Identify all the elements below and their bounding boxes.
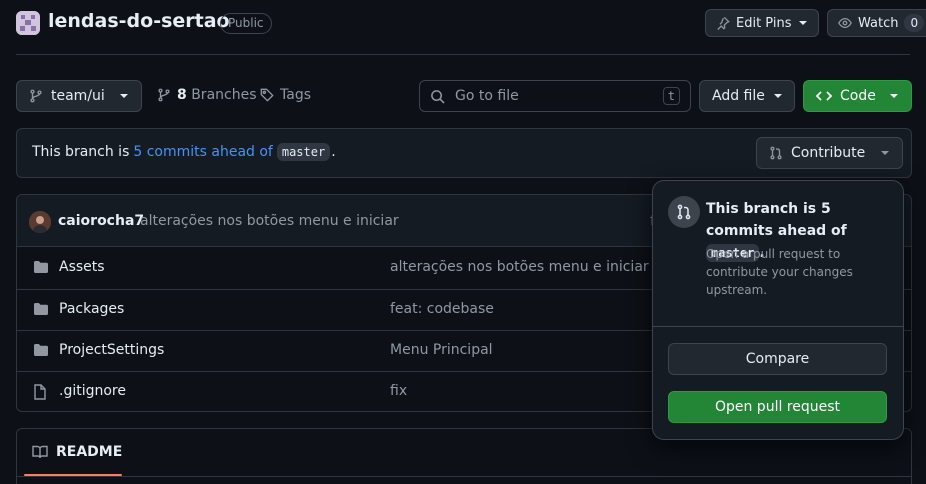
- readme-tab-rule: [17, 476, 911, 477]
- file-commit-message[interactable]: Menu Principal: [390, 342, 493, 358]
- code-button[interactable]: Code: [803, 80, 912, 112]
- chevron-down-icon: [880, 148, 890, 158]
- readme-label: README: [56, 444, 123, 460]
- tags-label: Tags: [280, 87, 311, 103]
- add-file-button[interactable]: Add file: [699, 80, 795, 112]
- tags-link[interactable]: Tags: [260, 87, 311, 103]
- folder-icon: [33, 343, 49, 357]
- branch-name: team/ui: [51, 88, 105, 104]
- branch-status-text: This branch is 5 commits ahead of master…: [32, 143, 336, 161]
- base-branch-code: master: [276, 143, 331, 161]
- watch-label: Watch: [858, 15, 899, 31]
- branch-selector[interactable]: team/ui: [16, 80, 142, 112]
- visibility-badge: Public: [220, 13, 272, 34]
- repo-owner-avatar[interactable]: [16, 11, 40, 35]
- chevron-down-icon: [889, 91, 899, 101]
- eye-icon: [838, 16, 852, 30]
- file-commit-message[interactable]: alterações nos botões menu e iniciar: [390, 259, 649, 275]
- code-label: Code: [840, 88, 876, 104]
- git-branch-icon: [157, 88, 171, 102]
- file-name[interactable]: Packages: [59, 301, 124, 317]
- tag-icon: [260, 88, 274, 102]
- search-placeholder: Go to file: [455, 88, 519, 104]
- popover-title-text: This branch is 5 commits ahead of: [706, 201, 847, 239]
- file-name[interactable]: .gitignore: [59, 383, 126, 399]
- contribute-button[interactable]: Contribute: [756, 137, 903, 169]
- go-to-file-search[interactable]: Go to file t: [419, 80, 691, 112]
- git-pull-request-icon: [769, 146, 783, 160]
- file-name[interactable]: ProjectSettings: [59, 342, 164, 358]
- commits-ahead-link[interactable]: 5 commits ahead of: [133, 144, 273, 160]
- commit-message[interactable]: alterações nos botões menu e iniciar: [140, 213, 399, 229]
- book-icon: [32, 445, 48, 459]
- git-pull-request-icon: [668, 196, 700, 228]
- branch-status-suffix: .: [331, 144, 336, 160]
- code-icon: [816, 89, 832, 103]
- popover-description: Open a pull request to contribute your c…: [706, 247, 853, 297]
- search-shortcut-key: t: [662, 87, 680, 105]
- repo-name[interactable]: lendas-do-sertao: [48, 10, 230, 32]
- branch-status-prefix: This branch is: [32, 144, 130, 160]
- pin-icon: [716, 16, 730, 30]
- contribute-label: Contribute: [791, 145, 866, 161]
- commit-author[interactable]: caiorocha7: [58, 213, 144, 229]
- watch-button[interactable]: Watch 0: [827, 9, 926, 37]
- chevron-down-icon: [773, 91, 783, 101]
- readme-tab[interactable]: README: [32, 444, 122, 460]
- open-pull-request-button[interactable]: Open pull request: [668, 391, 887, 423]
- readme-tab-underline: [24, 474, 122, 476]
- branches-label: Branches: [191, 87, 257, 103]
- chevron-down-icon: [119, 91, 129, 101]
- file-name[interactable]: Assets: [59, 259, 105, 275]
- edit-pins-label: Edit Pins: [736, 15, 792, 31]
- file-icon: [33, 384, 47, 400]
- folder-icon: [33, 260, 49, 274]
- add-file-label: Add file: [712, 88, 765, 104]
- folder-icon: [33, 302, 49, 316]
- watch-count: 0: [904, 14, 925, 32]
- file-commit-message[interactable]: fix: [390, 383, 407, 399]
- file-commit-message[interactable]: feat: codebase: [390, 301, 494, 317]
- commit-author-avatar[interactable]: [29, 211, 51, 233]
- popover-separator: [653, 326, 903, 327]
- git-branch-icon: [29, 89, 43, 103]
- branches-link[interactable]: 8 Branches: [157, 87, 257, 103]
- branches-count: 8: [177, 87, 187, 103]
- compare-button[interactable]: Compare: [668, 343, 887, 375]
- header-divider: [16, 54, 910, 55]
- chevron-down-icon: [798, 18, 808, 28]
- search-icon: [430, 89, 445, 104]
- edit-pins-button[interactable]: Edit Pins: [705, 9, 819, 37]
